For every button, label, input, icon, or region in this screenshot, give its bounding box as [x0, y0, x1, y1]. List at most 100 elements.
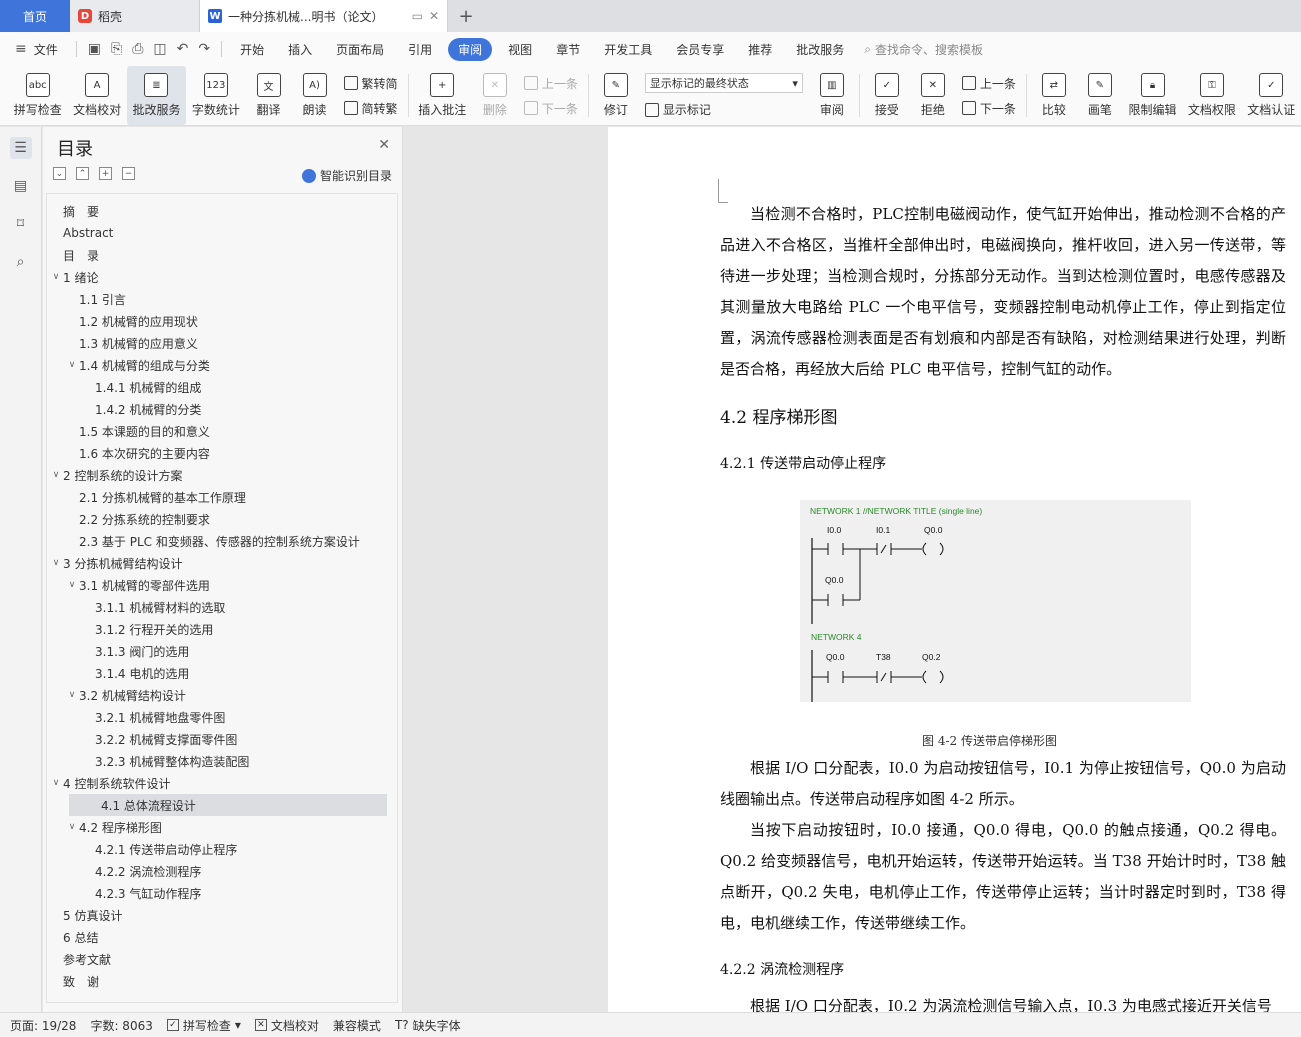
toc-item[interactable]: 3.1.2 行程开关的选用 — [47, 618, 397, 640]
toc-item[interactable]: ∨ 4 控制系统软件设计 — [47, 772, 397, 794]
word-count[interactable]: 字数: 8063 — [90, 1017, 152, 1034]
next-change-button[interactable]: 下一条 — [961, 100, 1016, 117]
menu-item[interactable]: 批改服务 — [784, 41, 856, 58]
toc-item[interactable]: 5 仿真设计 — [47, 904, 397, 926]
chevron-down-icon[interactable]: ∨ — [49, 778, 63, 788]
toc-item[interactable]: 1.5 本课题的目的和意义 — [47, 420, 397, 442]
toc-item[interactable]: 3.1.4 电机的选用 — [47, 662, 397, 684]
page-indicator[interactable]: 页面: 19/28 — [10, 1017, 76, 1034]
pen-button[interactable]: ✎ 画笔 — [1077, 66, 1123, 125]
toc-item[interactable]: ∨ 3.2 机械臂结构设计 — [47, 684, 397, 706]
status-spellcheck[interactable]: ✓ 拼写检查 ▾ — [166, 1017, 241, 1034]
chevron-down-icon[interactable]: ∨ — [65, 690, 79, 700]
collapse-all-icon[interactable]: ⌃ — [76, 167, 89, 180]
chapter-icon[interactable]: ▤ — [10, 175, 32, 197]
review-service-button[interactable]: ≣ 批改服务 — [126, 66, 187, 125]
print-icon[interactable]: ⎙ — [127, 41, 148, 57]
revise-button[interactable]: ✎ 修订 — [593, 66, 639, 125]
menu-item[interactable]: 章节 — [544, 41, 592, 58]
menu-item[interactable]: 会员专享 — [664, 41, 736, 58]
tab-home[interactable]: 首页 — [0, 0, 70, 32]
menu-item[interactable]: 插入 — [276, 41, 324, 58]
prev-comment-button[interactable]: 上一条 — [523, 75, 578, 92]
show-markup-button[interactable]: 显示标记 — [644, 101, 803, 118]
redo-icon[interactable]: ↷ — [193, 41, 215, 57]
menu-item[interactable]: 审阅 — [448, 37, 493, 61]
chevron-down-icon[interactable]: ∨ — [65, 822, 79, 832]
save-icon[interactable]: ▣ — [83, 41, 106, 57]
toc-item[interactable]: 1.3 机械臂的应用意义 — [47, 332, 397, 354]
toc-item[interactable]: 3.2.3 机械臂整体构造装配图 — [47, 750, 397, 772]
reject-button[interactable]: ✕ 拒绝 — [910, 66, 956, 125]
toc-item[interactable]: ∨ 1.4 机械臂的组成与分类 — [47, 354, 397, 376]
expand-all-icon[interactable]: ⌄ — [53, 167, 66, 180]
restrict-edit-button[interactable]: 🔒︎ 限制编辑 — [1123, 66, 1182, 125]
smart-toc-button[interactable]: 智能识别目录 — [301, 167, 392, 184]
menu-item[interactable]: 引用 — [396, 41, 444, 58]
toc-item[interactable]: 目 录 — [47, 244, 397, 266]
accept-button[interactable]: ✓ 接受 — [864, 66, 910, 125]
toc-item[interactable]: 2.1 分拣机械臂的基本工作原理 — [47, 486, 397, 508]
toc-panel-icon[interactable]: ☰ — [9, 137, 32, 159]
undo-icon[interactable]: ↶ — [172, 41, 194, 57]
remove-heading-icon[interactable]: − — [122, 167, 135, 180]
chevron-down-icon[interactable]: ∨ — [49, 558, 63, 568]
toc-item[interactable]: 致 谢 — [47, 970, 397, 992]
preview-icon[interactable]: ◫ — [148, 41, 171, 57]
toc-item[interactable]: 2.3 基于 PLC 和变频器、传感器的控制系统方案设计 — [47, 530, 397, 552]
menu-item[interactable]: 页面布局 — [324, 41, 396, 58]
toc-item[interactable]: 1.2 机械臂的应用现状 — [47, 310, 397, 332]
toc-item[interactable]: 1.1 引言 — [47, 288, 397, 310]
toc-item[interactable]: ∨ 3.1 机械臂的零部件选用 — [47, 574, 397, 596]
toc-item[interactable]: 6 总结 — [47, 926, 397, 948]
toc-item[interactable]: Abstract — [47, 222, 397, 244]
translate-button[interactable]: 文 翻译 — [246, 66, 292, 125]
toc-item[interactable]: 摘 要 — [47, 200, 397, 222]
toc-item[interactable]: 3.1.3 阀门的选用 — [47, 640, 397, 662]
review-pane-button[interactable]: ▥ 审阅 — [809, 66, 855, 125]
menu-item[interactable]: 推荐 — [736, 41, 784, 58]
document-page[interactable]: 当检测不合格时，PLC控制电磁阀动作，使气缸开始伸出，推动检测不合格的产品进入不… — [608, 127, 1301, 1012]
toc-item[interactable]: 3.1.1 机械臂材料的选取 — [47, 596, 397, 618]
next-comment-button[interactable]: 下一条 — [523, 100, 578, 117]
delete-comment-button[interactable]: ✕ 删除 — [472, 66, 518, 125]
read-aloud-button[interactable]: A) 朗读 — [292, 66, 338, 125]
search-icon[interactable]: ⌕ — [10, 251, 32, 273]
export-icon[interactable]: ⎘ — [106, 41, 127, 57]
compare-button[interactable]: ⇄ 比较 — [1031, 66, 1077, 125]
spellcheck-button[interactable]: abc 拼写检查 — [8, 66, 67, 125]
close-icon[interactable]: ✕ — [378, 137, 390, 153]
chevron-down-icon[interactable]: ∨ — [49, 272, 63, 282]
to-simplified-button[interactable]: 简转繁 — [343, 100, 398, 117]
to-traditional-button[interactable]: 繁转简 — [343, 75, 398, 92]
toc-item[interactable]: ∨ 1 绪论 — [47, 266, 397, 288]
proof-button[interactable]: A 文档校对 — [67, 66, 126, 125]
missing-font[interactable]: T? 缺失字体 — [395, 1017, 461, 1034]
toc-item[interactable]: 1.4.2 机械臂的分类 — [47, 398, 397, 420]
chevron-down-icon[interactable]: ∨ — [49, 470, 63, 480]
add-heading-icon[interactable]: + — [99, 167, 112, 180]
wordcount-button[interactable]: 123 字数统计 — [186, 66, 245, 125]
prev-change-button[interactable]: 上一条 — [961, 75, 1016, 92]
toc-item[interactable]: 3.2.2 机械臂支撑面零件图 — [47, 728, 397, 750]
menu-item[interactable]: 开始 — [228, 41, 276, 58]
menu-file[interactable]: 文件 — [32, 41, 70, 58]
chevron-down-icon[interactable]: ∨ — [65, 360, 79, 370]
permission-button[interactable]: ⚿ 文档权限 — [1182, 66, 1241, 125]
toc-item[interactable]: 4.2.3 气缸动作程序 — [47, 882, 397, 904]
toc-item[interactable]: 4.2.1 传送带启动停止程序 — [47, 838, 397, 860]
markup-state-select[interactable]: 显示标记的最终状态 ▾ — [644, 73, 803, 93]
toc-item[interactable]: 参考文献 — [47, 948, 397, 970]
compat-mode[interactable]: 兼容模式 — [333, 1017, 381, 1034]
toc-item[interactable]: ∨ 2 控制系统的设计方案 — [47, 464, 397, 486]
menu-item[interactable]: 视图 — [496, 41, 544, 58]
toc-item[interactable]: ∨ 3 分拣机械臂结构设计 — [47, 552, 397, 574]
toc-item[interactable]: ∨ 4.2 程序梯形图 — [47, 816, 397, 838]
bookmark-icon[interactable]: ⌑ — [10, 213, 32, 235]
toc-item[interactable]: 2.2 分拣系统的控制要求 — [47, 508, 397, 530]
certify-button[interactable]: ✓ 文档认证 — [1242, 66, 1301, 125]
tab-daoke[interactable]: D 稻壳 — [70, 0, 200, 32]
screen-icon[interactable]: ▭ — [412, 9, 423, 23]
toc-item[interactable]: 4.2.2 涡流检测程序 — [47, 860, 397, 882]
chevron-down-icon[interactable]: ∨ — [65, 580, 79, 590]
